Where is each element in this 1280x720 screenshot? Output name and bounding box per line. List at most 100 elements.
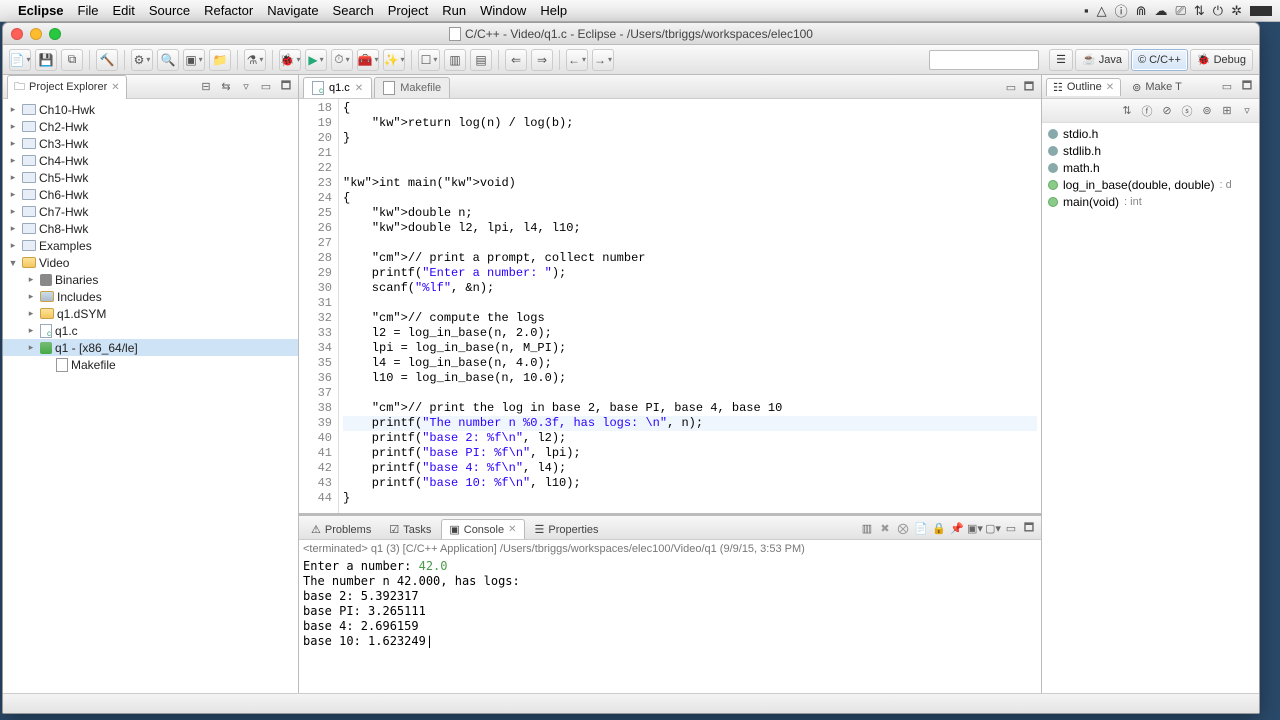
build-button[interactable]: 🔨 <box>96 49 118 71</box>
tab-tasks[interactable]: ☑Tasks <box>381 519 439 539</box>
console-output[interactable]: <terminated> q1 (3) [C/C++ Application] … <box>299 540 1041 693</box>
menu-navigate[interactable]: Navigate <box>267 3 318 18</box>
toggle2-button[interactable]: ▤ <box>470 49 492 71</box>
sort-icon[interactable]: ⇅ <box>1119 103 1135 119</box>
nav-prev-button[interactable]: ⇐ <box>505 49 527 71</box>
minimize-icon[interactable]: ▭ <box>258 79 274 95</box>
minimize-icon[interactable] <box>30 28 42 40</box>
collapse-all-icon[interactable]: ⊟ <box>198 79 214 95</box>
outline-item[interactable]: stdio.h <box>1044 125 1257 142</box>
open-task-button[interactable]: ☐ <box>418 49 440 71</box>
tab-console[interactable]: ▣Console✕ <box>441 519 524 539</box>
project-video[interactable]: ▼Video <box>3 254 298 271</box>
outline-tab[interactable]: ☷Outline✕ <box>1046 78 1121 96</box>
build-config-button[interactable]: ⚙ <box>131 49 153 71</box>
project-explorer-tab[interactable]: 🗀Project Explorer✕ <box>7 75 127 99</box>
open-type-button[interactable]: 🔍 <box>157 49 179 71</box>
tab-properties[interactable]: ☰Properties <box>527 519 607 539</box>
menu-help[interactable]: Help <box>540 3 567 18</box>
perspective-debug[interactable]: 🐞Debug <box>1190 49 1253 71</box>
tree-src-file[interactable]: ▸q1.c <box>3 322 298 339</box>
save-all-button[interactable]: ⧉ <box>61 49 83 71</box>
minimize-icon[interactable]: ▭ <box>1003 520 1019 536</box>
tray-icon[interactable]: ☁ <box>1154 3 1167 19</box>
remove-launch-icon[interactable]: ✖ <box>877 520 893 536</box>
outline-item[interactable]: stdlib.h <box>1044 142 1257 159</box>
run-button[interactable]: ▶ <box>305 49 327 71</box>
open-console-icon[interactable]: ▢▾ <box>985 520 1001 536</box>
outline-list[interactable]: stdio.hstdlib.hmath.hlog_in_base(double,… <box>1042 123 1259 693</box>
tray-icon[interactable]: ⏻ <box>1213 3 1223 19</box>
editor-content[interactable]: { "kw">return log(n) / log(b);} "kw">int… <box>339 99 1041 513</box>
minimize-icon[interactable]: ▭ <box>1219 79 1235 95</box>
project-ch10-hwk[interactable]: ▸Ch10-Hwk <box>3 101 298 118</box>
view-menu-icon[interactable]: ▿ <box>238 79 254 95</box>
project-ch6-hwk[interactable]: ▸Ch6-Hwk <box>3 186 298 203</box>
project-ch7-hwk[interactable]: ▸Ch7-Hwk <box>3 203 298 220</box>
hide-fields-icon[interactable]: ⊘ <box>1159 103 1175 119</box>
clear-console-icon[interactable]: 📄 <box>913 520 929 536</box>
open-perspective-button[interactable]: ☰ <box>1049 49 1073 71</box>
tray-icon[interactable]: ⎚ <box>1175 3 1185 19</box>
editor-gutter[interactable]: 1819202122232425262728293031323334353637… <box>299 99 339 513</box>
outline-item[interactable]: log_in_base(double, double): d <box>1044 176 1257 193</box>
menu-file[interactable]: File <box>78 3 99 18</box>
profile-button[interactable]: ⏱ <box>331 49 353 71</box>
close-icon[interactable]: ✕ <box>1106 82 1114 93</box>
console-btn[interactable]: ▥ <box>859 520 875 536</box>
tray-icon[interactable]: ▪ <box>1084 3 1089 18</box>
close-icon[interactable]: ✕ <box>508 524 516 535</box>
link-editor-icon[interactable]: ⇆ <box>218 79 234 95</box>
new-folder-button[interactable]: 📁 <box>209 49 231 71</box>
tray-icon[interactable]: ⋒ <box>1136 3 1147 19</box>
tree-includes[interactable]: ▸Includes <box>3 288 298 305</box>
menu-window[interactable]: Window <box>480 3 526 18</box>
code-editor[interactable]: 1819202122232425262728293031323334353637… <box>299 99 1041 513</box>
tray-icon[interactable]: ✲ <box>1231 3 1242 19</box>
project-ch5-hwk[interactable]: ▸Ch5-Hwk <box>3 169 298 186</box>
project-ch3-hwk[interactable]: ▸Ch3-Hwk <box>3 135 298 152</box>
hide-nonpublic-icon[interactable]: ⊚ <box>1199 103 1215 119</box>
tray-icon[interactable]: △ <box>1097 3 1107 19</box>
launch-button[interactable]: ⚗ <box>244 49 266 71</box>
tray-icon[interactable]: ⇅ <box>1194 3 1205 19</box>
debug-button[interactable]: 🐞 <box>279 49 301 71</box>
editor-tab-q1c[interactable]: q1.c✕ <box>303 77 372 98</box>
app-name[interactable]: Eclipse <box>18 3 64 18</box>
editor-tab-makefile[interactable]: Makefile <box>374 77 450 98</box>
zoom-icon[interactable] <box>49 28 61 40</box>
maximize-icon[interactable]: 🗖 <box>278 79 294 95</box>
menu-run[interactable]: Run <box>442 3 466 18</box>
titlebar[interactable]: C/C++ - Video/q1.c - Eclipse - /Users/tb… <box>3 23 1259 45</box>
tab-problems[interactable]: ⚠Problems <box>303 519 379 539</box>
view-menu-icon[interactable]: ▿ <box>1239 103 1255 119</box>
menu-search[interactable]: Search <box>333 3 374 18</box>
tray-icon[interactable]: ⓘ <box>1115 1 1128 20</box>
tray-battery-icon[interactable] <box>1250 6 1272 16</box>
menu-project[interactable]: Project <box>388 3 428 18</box>
outline-item[interactable]: main(void): int <box>1044 193 1257 210</box>
wizard-button[interactable]: ✨ <box>383 49 405 71</box>
tree-executable[interactable]: ▸q1 - [x86_64/le] <box>3 339 298 356</box>
new-button[interactable]: 📄 <box>9 49 31 71</box>
menu-source[interactable]: Source <box>149 3 190 18</box>
menu-edit[interactable]: Edit <box>112 3 134 18</box>
forward-button[interactable]: → <box>592 49 614 71</box>
tree-makefile[interactable]: Makefile <box>3 356 298 373</box>
project-ch8-hwk[interactable]: ▸Ch8-Hwk <box>3 220 298 237</box>
make-targets-tab[interactable]: ⊚Make T <box>1125 78 1189 96</box>
new-class-button[interactable]: ▣ <box>183 49 205 71</box>
minimize-icon[interactable]: ▭ <box>1003 79 1019 95</box>
group-includes-icon[interactable]: ⊞ <box>1219 103 1235 119</box>
project-ch2-hwk[interactable]: ▸Ch2-Hwk <box>3 118 298 135</box>
project-examples[interactable]: ▸Examples <box>3 237 298 254</box>
perspective-cpp[interactable]: ©C/C++ <box>1131 49 1188 71</box>
toggle-button[interactable]: ▥ <box>444 49 466 71</box>
project-tree[interactable]: ▸Ch10-Hwk▸Ch2-Hwk▸Ch3-Hwk▸Ch4-Hwk▸Ch5-Hw… <box>3 99 298 693</box>
outline-item[interactable]: math.h <box>1044 159 1257 176</box>
save-button[interactable]: 💾 <box>35 49 57 71</box>
external-tools-button[interactable]: 🧰 <box>357 49 379 71</box>
maximize-icon[interactable]: 🗖 <box>1021 520 1037 536</box>
scroll-lock-icon[interactable]: 🔒 <box>931 520 947 536</box>
maximize-icon[interactable]: 🗖 <box>1021 79 1037 95</box>
